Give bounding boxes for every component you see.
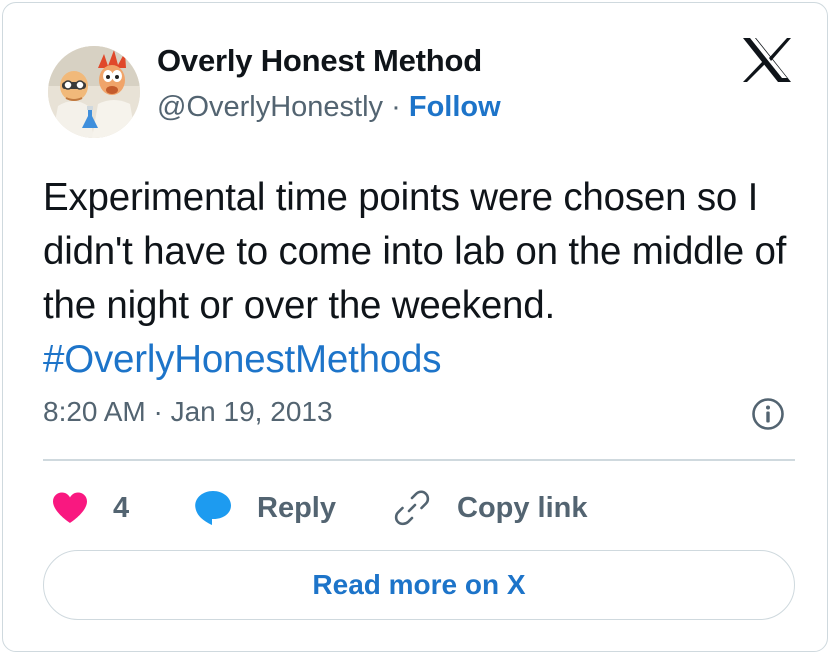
follow-button[interactable]: Follow	[409, 91, 501, 123]
separator: ·	[391, 91, 401, 123]
divider	[43, 459, 795, 461]
read-more-button[interactable]: Read more on X	[43, 550, 795, 620]
x-logo-icon[interactable]	[741, 37, 793, 83]
copy-link-button[interactable]: Copy link	[393, 481, 588, 535]
like-button[interactable]: 4	[51, 481, 129, 535]
author-handle-row: @OverlyHonestly · Follow	[157, 91, 501, 124]
link-icon	[394, 490, 430, 526]
hashtag-link[interactable]: #OverlyHonestMethods	[43, 338, 441, 381]
info-icon[interactable]	[751, 397, 785, 431]
tweet-body: Experimental time points were chosen so …	[43, 176, 787, 327]
tweet-card: Overly Honest Method @OverlyHonestly · F…	[2, 2, 828, 652]
avatar[interactable]	[48, 46, 140, 138]
action-bar: 4 Reply Copy link	[43, 481, 803, 535]
reply-label: Reply	[257, 491, 336, 524]
avatar-image	[48, 46, 140, 138]
copy-link-label: Copy link	[457, 491, 588, 524]
author-display-name[interactable]: Overly Honest Method	[157, 43, 482, 79]
tweet-timestamp[interactable]: 8:20 AM · Jan 19, 2013	[43, 396, 333, 428]
like-count: 4	[113, 491, 130, 524]
heart-icon	[53, 492, 87, 523]
author-handle[interactable]: @OverlyHonestly	[157, 91, 383, 123]
reply-bubble-icon	[195, 491, 231, 525]
tweet-text: Experimental time points were chosen so …	[43, 171, 803, 387]
reply-button[interactable]: Reply	[193, 481, 336, 535]
